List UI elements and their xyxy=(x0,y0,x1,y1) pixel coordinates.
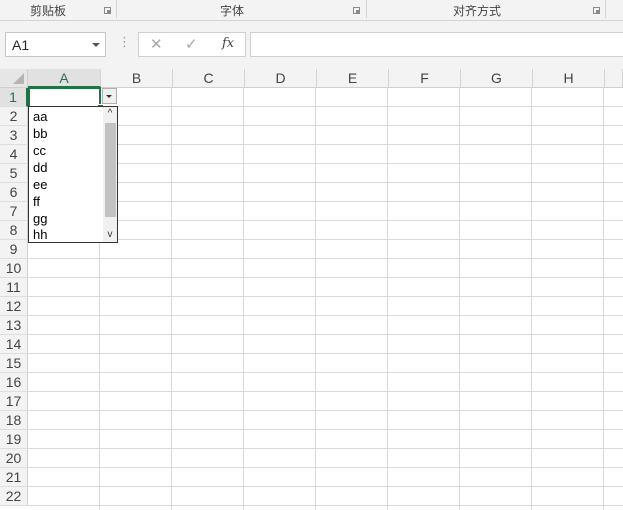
group-label-clipboard: 剪贴板 xyxy=(30,4,67,18)
row-header[interactable]: 2 xyxy=(0,107,28,126)
list-item[interactable]: hh xyxy=(33,227,47,243)
name-box[interactable]: A1 xyxy=(5,32,106,57)
data-validation-list: aa bb cc dd ee ff gg hh ^ v xyxy=(28,106,118,243)
column-headers: A B C D E F G H xyxy=(0,69,623,88)
row-header[interactable]: 3 xyxy=(0,126,28,145)
row-header[interactable]: 4 xyxy=(0,145,28,164)
group-separator xyxy=(605,0,606,18)
column-header-f[interactable]: F xyxy=(389,69,461,88)
column-header-partial[interactable] xyxy=(605,69,623,88)
column-header-b[interactable]: B xyxy=(101,69,173,88)
row-header[interactable]: 17 xyxy=(0,392,28,411)
column-header-g[interactable]: G xyxy=(461,69,533,88)
column-header-d[interactable]: D xyxy=(245,69,317,88)
list-item[interactable]: dd xyxy=(33,160,47,176)
column-header-c[interactable]: C xyxy=(173,69,245,88)
list-item[interactable]: aa xyxy=(33,109,47,125)
list-item[interactable]: bb xyxy=(33,126,47,142)
list-item[interactable]: gg xyxy=(33,211,47,227)
group-separator xyxy=(116,0,117,18)
row-header[interactable]: 15 xyxy=(0,354,28,373)
row-header[interactable]: 10 xyxy=(0,259,28,278)
active-cell[interactable] xyxy=(28,87,101,108)
row-header[interactable]: 14 xyxy=(0,335,28,354)
scroll-down-icon[interactable]: v xyxy=(103,228,117,242)
column-header-h[interactable]: H xyxy=(533,69,605,88)
row-header[interactable]: 6 xyxy=(0,183,28,202)
formula-buttons: ✕ ✓ fx xyxy=(138,32,246,57)
alignment-launcher-icon[interactable] xyxy=(593,7,600,14)
font-launcher-icon[interactable] xyxy=(353,7,360,14)
enter-icon[interactable]: ✓ xyxy=(185,35,198,53)
row-header[interactable]: 22 xyxy=(0,487,28,506)
group-separator xyxy=(366,0,367,18)
row-header[interactable]: 8 xyxy=(0,221,28,240)
row-header[interactable]: 12 xyxy=(0,297,28,316)
chevron-down-icon xyxy=(106,95,112,98)
name-box-value: A1 xyxy=(12,37,30,53)
column-header-a[interactable]: A xyxy=(28,69,101,88)
drag-handle-icon[interactable]: ⋮ xyxy=(118,34,131,50)
formula-input[interactable] xyxy=(250,32,623,57)
cancel-icon[interactable]: ✕ xyxy=(150,35,163,53)
row-header[interactable]: 7 xyxy=(0,202,28,221)
dropdown-scrollbar[interactable]: ^ v xyxy=(103,107,117,242)
insert-function-icon[interactable]: fx xyxy=(222,36,234,51)
group-label-font: 字体 xyxy=(220,4,245,18)
row-header[interactable]: 9 xyxy=(0,240,28,259)
clipboard-launcher-icon[interactable] xyxy=(104,7,111,14)
group-label-alignment: 对齐方式 xyxy=(453,4,502,18)
data-validation-dropdown-button[interactable] xyxy=(102,88,117,104)
chevron-down-icon[interactable] xyxy=(92,43,100,47)
formula-bar: A1 ⋮ ✕ ✓ fx xyxy=(0,21,623,69)
row-header[interactable]: 1 xyxy=(0,88,28,107)
row-header[interactable]: 19 xyxy=(0,430,28,449)
list-item[interactable]: ee xyxy=(33,177,47,193)
row-header[interactable]: 20 xyxy=(0,449,28,468)
row-header[interactable]: 5 xyxy=(0,164,28,183)
scrollbar-thumb[interactable] xyxy=(105,123,116,217)
row-header[interactable]: 16 xyxy=(0,373,28,392)
row-header[interactable]: 18 xyxy=(0,411,28,430)
column-header-e[interactable]: E xyxy=(317,69,389,88)
row-header[interactable]: 13 xyxy=(0,316,28,335)
scroll-up-icon[interactable]: ^ xyxy=(103,107,117,121)
row-header[interactable]: 11 xyxy=(0,278,28,297)
row-headers: 1 2 3 4 5 6 7 8 9 10 11 12 13 14 15 16 1… xyxy=(0,88,28,510)
row-header[interactable]: 21 xyxy=(0,468,28,487)
list-item[interactable]: cc xyxy=(33,143,46,159)
ribbon-group-labels: 剪贴板 字体 对齐方式 xyxy=(0,0,623,21)
list-item[interactable]: ff xyxy=(33,194,40,210)
